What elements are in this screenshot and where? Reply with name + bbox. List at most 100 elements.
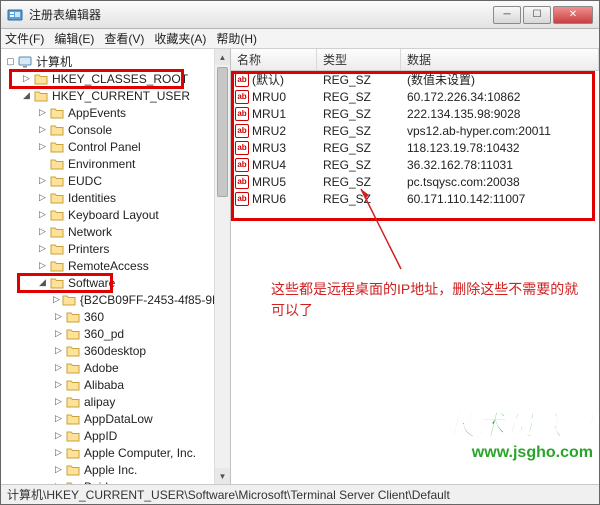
tree-node[interactable]: ▷360 <box>5 308 230 325</box>
folder-icon <box>50 243 64 255</box>
collapse-icon[interactable]: ◢ <box>21 90 32 101</box>
expand-icon[interactable]: ▷ <box>37 243 48 254</box>
scroll-thumb[interactable] <box>217 67 228 197</box>
tree-node[interactable]: ▷RemoteAccess <box>5 257 230 274</box>
tree-node[interactable]: ▷Keyboard Layout <box>5 206 230 223</box>
menu-file[interactable]: 文件(F) <box>5 30 44 47</box>
expand-icon[interactable]: ▷ <box>37 226 48 237</box>
statusbar: 计算机\HKEY_CURRENT_USER\Software\Microsoft… <box>1 484 599 504</box>
expand-icon[interactable]: ▷ <box>53 430 64 441</box>
expand-icon[interactable]: ▷ <box>21 73 32 84</box>
close-button[interactable]: ✕ <box>553 6 593 24</box>
tree-node[interactable]: ◢ HKEY_CURRENT_USER <box>5 87 230 104</box>
scroll-down-button[interactable]: ▼ <box>215 468 230 484</box>
expand-icon[interactable]: ▷ <box>53 328 64 339</box>
value-row[interactable]: abMRU4REG_SZ36.32.162.78:11031 <box>231 156 599 173</box>
tree-scrollbar[interactable]: ▲ ▼ <box>214 49 230 484</box>
menu-view[interactable]: 查看(V) <box>104 30 144 47</box>
tree-node-label: 360_pd <box>84 327 124 341</box>
expand-icon[interactable]: ▷ <box>53 464 64 475</box>
expander-icon[interactable]: ▢ <box>5 56 16 67</box>
tree-node[interactable]: ◢ Software <box>5 274 230 291</box>
tree-node[interactable]: ▷Printers <box>5 240 230 257</box>
menu-edit[interactable]: 编辑(E) <box>54 30 94 47</box>
value-name-cell: abMRU2 <box>231 124 317 138</box>
col-data[interactable]: 数据 <box>401 49 599 70</box>
expand-icon[interactable]: ▷ <box>37 124 48 135</box>
value-row[interactable]: abMRU6REG_SZ60.171.110.142:11007 <box>231 190 599 207</box>
tree-node-label: Identities <box>68 191 116 205</box>
tree-node[interactable]: ▷Control Panel <box>5 138 230 155</box>
col-type[interactable]: 类型 <box>317 49 401 70</box>
tree-node[interactable]: ▷ Adobe <box>5 359 230 376</box>
tree-node[interactable]: Environment <box>5 155 230 172</box>
tree-node[interactable]: ▷AppDataLow <box>5 410 230 427</box>
maximize-button[interactable]: ☐ <box>523 6 551 24</box>
folder-icon <box>66 362 80 374</box>
watermark-title: 技术员联盟 <box>448 404 593 444</box>
tree-node-label: Console <box>68 123 112 137</box>
menu-help[interactable]: 帮助(H) <box>216 30 257 47</box>
value-type: REG_SZ <box>317 90 401 104</box>
tree-root[interactable]: ▢ 计算机 <box>5 53 230 70</box>
tree-node[interactable]: ▷AppID <box>5 427 230 444</box>
expand-icon[interactable] <box>37 158 48 169</box>
tree-node-label: Adobe <box>84 361 119 375</box>
scroll-up-button[interactable]: ▲ <box>215 49 230 65</box>
expand-icon[interactable]: ▷ <box>37 107 48 118</box>
expand-icon[interactable]: ▷ <box>53 379 64 390</box>
minimize-button[interactable]: ─ <box>493 6 521 24</box>
folder-icon <box>50 192 64 204</box>
tree-node-label: Software <box>68 276 115 290</box>
expand-icon[interactable]: ▷ <box>53 294 60 305</box>
expand-icon[interactable]: ▷ <box>53 345 64 356</box>
tree-node[interactable]: ▷Alibaba <box>5 376 230 393</box>
value-name-cell: abMRU1 <box>231 107 317 121</box>
registry-tree[interactable]: ▢ 计算机 ▷ HKEY_CLASSES_ROOT ◢ HKEY_CURRENT_US… <box>1 49 231 484</box>
expand-icon[interactable]: ▷ <box>37 141 48 152</box>
value-row[interactable]: abMRU3REG_SZ118.123.19.78:10432 <box>231 139 599 156</box>
expand-icon[interactable]: ▷ <box>37 175 48 186</box>
folder-icon <box>66 464 80 476</box>
folder-icon <box>50 226 64 238</box>
value-type: REG_SZ <box>317 124 401 138</box>
tree-node[interactable]: ▷Network <box>5 223 230 240</box>
tree-node-label: HKEY_CLASSES_ROOT <box>52 72 188 86</box>
tree-node[interactable]: ▷EUDC <box>5 172 230 189</box>
value-row[interactable]: abMRU2REG_SZvps12.ab-hyper.com:20011 <box>231 122 599 139</box>
tree-node[interactable]: ▷ 360_pd <box>5 325 230 342</box>
menu-favorites[interactable]: 收藏夹(A) <box>154 30 206 47</box>
tree-node[interactable]: ▷ Identities <box>5 189 230 206</box>
value-row[interactable]: abMRU5REG_SZpc.tsqysc.com:20038 <box>231 173 599 190</box>
tree-node-label: Environment <box>68 157 135 171</box>
folder-icon <box>50 107 64 119</box>
expand-icon[interactable]: ▷ <box>53 396 64 407</box>
expand-icon[interactable]: ▷ <box>53 311 64 322</box>
tree-node[interactable]: ▷alipay <box>5 393 230 410</box>
expand-icon[interactable]: ▷ <box>37 192 48 203</box>
computer-icon <box>18 56 32 68</box>
folder-icon <box>50 260 64 272</box>
tree-node-label: Apple Computer, Inc. <box>84 446 196 460</box>
tree-node[interactable]: ▷Baidu <box>5 478 230 484</box>
tree-node[interactable]: ▷ Console <box>5 121 230 138</box>
expand-icon[interactable]: ▷ <box>53 481 64 484</box>
expand-icon[interactable]: ▷ <box>53 362 64 373</box>
tree-node[interactable]: ▷Apple Inc. <box>5 461 230 478</box>
tree-node[interactable]: ▷ HKEY_CLASSES_ROOT <box>5 70 230 87</box>
expand-icon[interactable]: ▷ <box>53 447 64 458</box>
expand-icon[interactable]: ▷ <box>37 260 48 271</box>
tree-node[interactable]: ▷AppEvents <box>5 104 230 121</box>
collapse-icon[interactable]: ◢ <box>37 277 48 288</box>
expand-icon[interactable]: ▷ <box>53 413 64 424</box>
tree-node[interactable]: ▷{B2CB09FF-2453-4f85-9F40-21C05E <box>5 291 230 308</box>
tree-node[interactable]: ▷360desktop <box>5 342 230 359</box>
col-name[interactable]: 名称 <box>231 49 317 70</box>
value-row[interactable]: ab(默认)REG_SZ(数值未设置) <box>231 71 599 88</box>
value-row[interactable]: abMRU1REG_SZ222.134.135.98:9028 <box>231 105 599 122</box>
value-row[interactable]: abMRU0REG_SZ60.172.226.34:10862 <box>231 88 599 105</box>
tree-node[interactable]: ▷ Apple Computer, Inc. <box>5 444 230 461</box>
tree-node-label: HKEY_CURRENT_USER <box>52 89 190 103</box>
value-name: MRU2 <box>252 124 286 138</box>
expand-icon[interactable]: ▷ <box>37 209 48 220</box>
